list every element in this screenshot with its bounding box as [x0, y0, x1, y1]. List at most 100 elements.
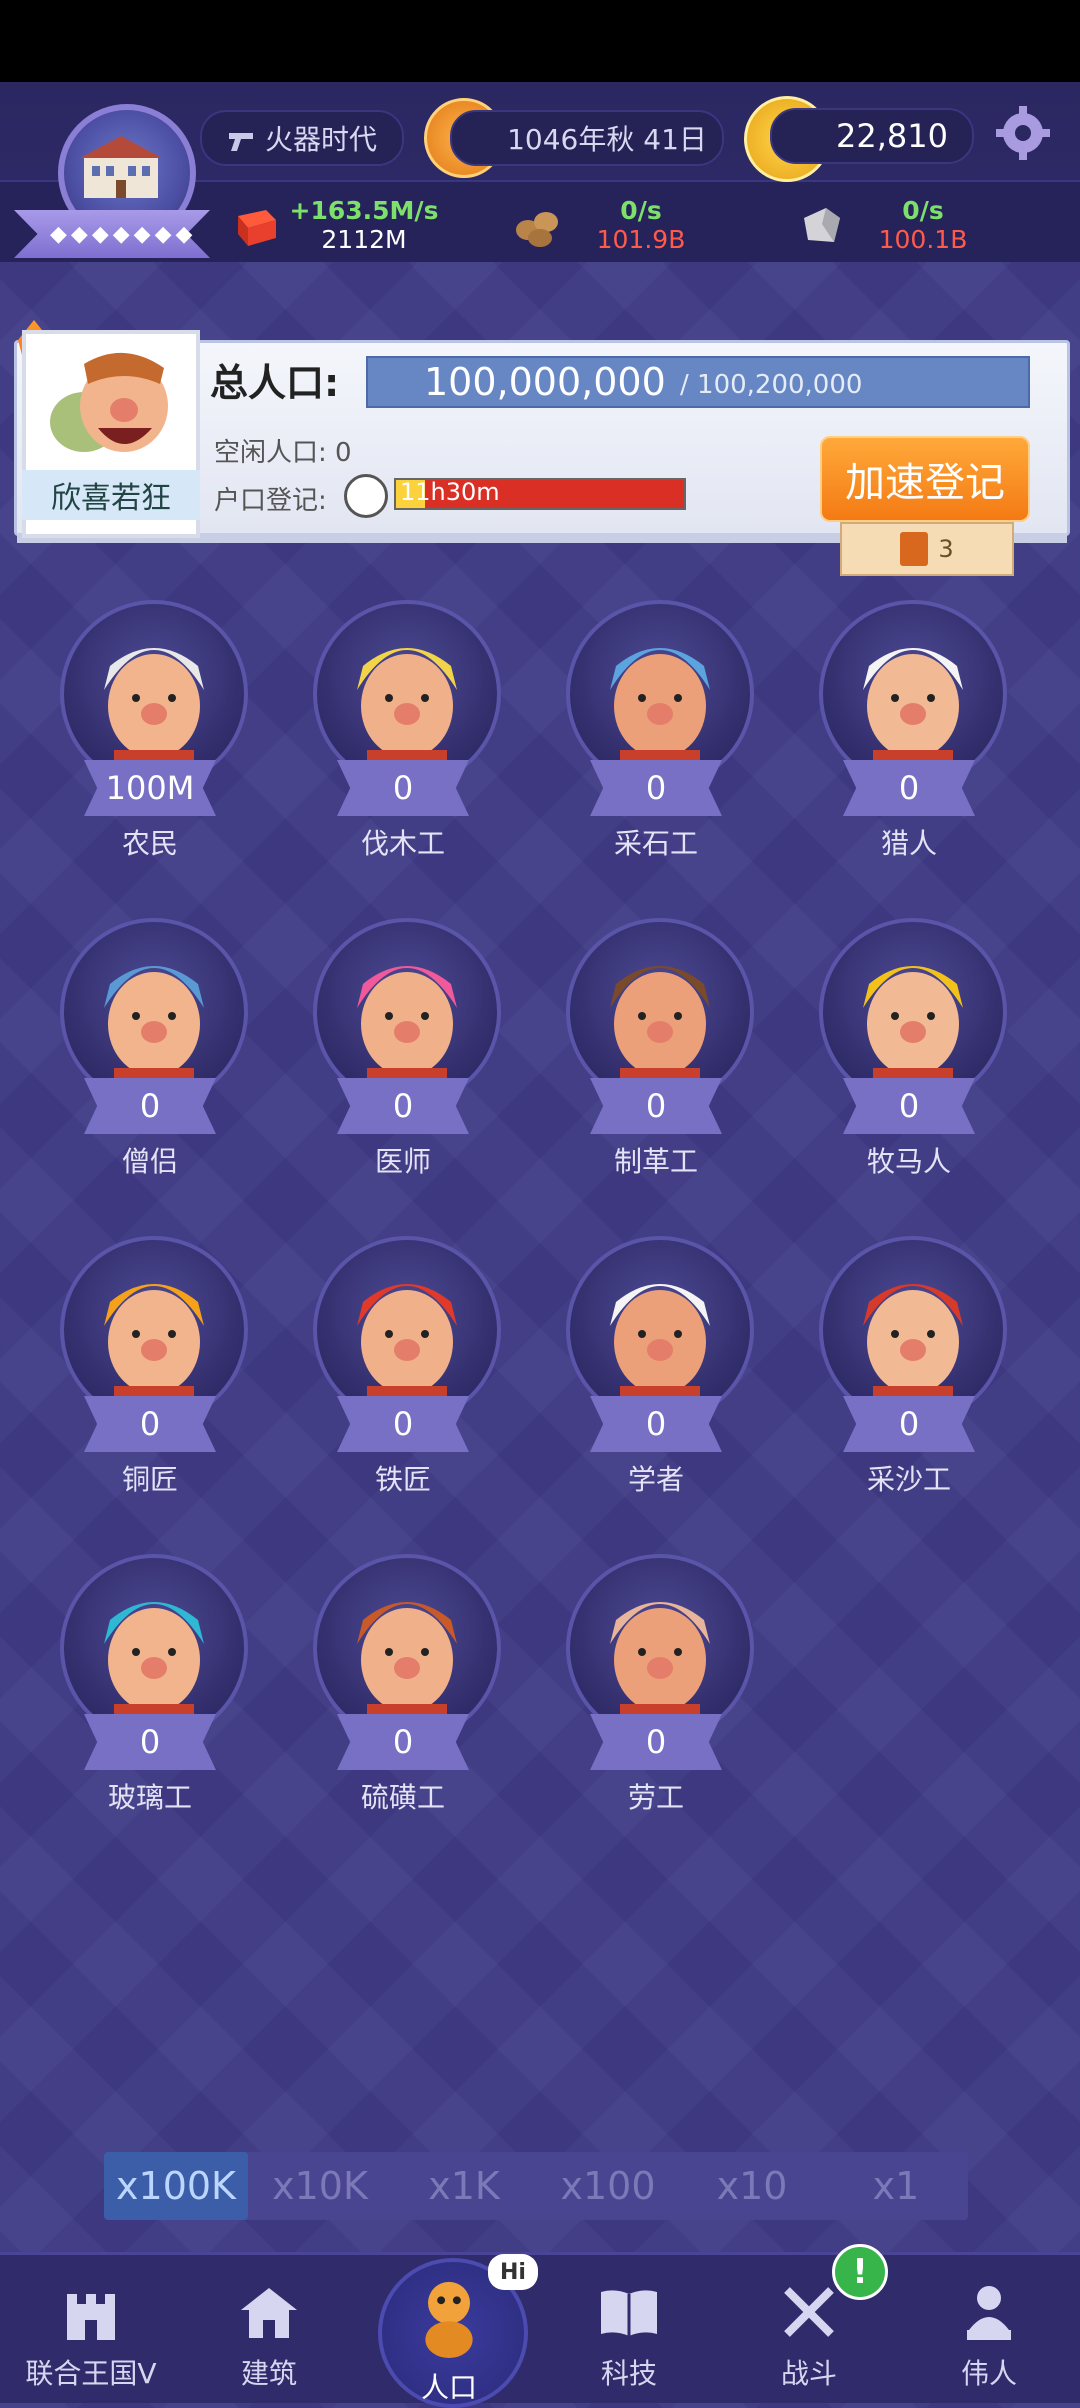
worker-avatar: [313, 600, 501, 788]
worker-avatar: [313, 1236, 501, 1424]
nav-item-book[interactable]: 科技: [554, 2280, 704, 2392]
gold-pill[interactable]: 22,810: [770, 108, 974, 164]
worker-name: 伐木工: [360, 827, 445, 860]
worker-card[interactable]: 100M 农民: [60, 600, 248, 880]
hi-badge: Hi: [488, 2254, 538, 2290]
bust-icon: [967, 2286, 1011, 2340]
nav-label: 伟人: [960, 2357, 1017, 2390]
worker-name: 劳工: [627, 1781, 684, 1814]
multiplier-option[interactable]: x100: [536, 2152, 680, 2220]
wood-amount: 101.9B: [596, 225, 686, 254]
worker-name: 铜匠: [121, 1463, 178, 1496]
population-current: 100,000,000: [424, 360, 666, 404]
worker-name: 僧侣: [121, 1145, 178, 1178]
worker-portrait-icon: [610, 1602, 710, 1734]
food-rate: +163.5M/s: [289, 196, 439, 225]
food-amount: 2112M: [321, 225, 407, 254]
worker-portrait-icon: [610, 1284, 710, 1416]
worker-portrait-icon: [610, 966, 710, 1098]
nav-item-bust[interactable]: 伟人: [914, 2280, 1064, 2392]
worker-card[interactable]: 0 铜匠: [60, 1236, 248, 1516]
worker-avatar: [819, 600, 1007, 788]
worker-avatar: [313, 918, 501, 1106]
nav-label: 建筑: [240, 2357, 297, 2390]
worker-card[interactable]: 0 学者: [566, 1236, 754, 1516]
swords-icon: [784, 2287, 834, 2337]
worker-name: 农民: [121, 827, 178, 860]
worker-count: 0: [590, 1396, 722, 1452]
stone-icon: [804, 208, 840, 242]
multiplier-option[interactable]: x1K: [392, 2152, 536, 2220]
worker-count: 0: [590, 1714, 722, 1770]
food-icon: [238, 210, 276, 246]
era-label: 火器时代: [264, 123, 377, 156]
worker-card[interactable]: 0 猎人: [819, 600, 1007, 880]
worker-count: 100M: [84, 760, 216, 816]
worker-name: 学者: [627, 1463, 684, 1496]
speed-up-registration-button[interactable]: 加速登记: [820, 436, 1030, 522]
nav-label: 科技: [600, 2357, 657, 2390]
worker-portrait-icon: [357, 966, 457, 1098]
multiplier-option[interactable]: x100K: [104, 2152, 248, 2220]
worker-card[interactable]: 0 制革工: [566, 918, 754, 1198]
worker-portrait-icon: [104, 1602, 204, 1734]
ticket-count: 3: [938, 535, 954, 563]
stone-resource: 0/s 100.1B: [848, 196, 998, 254]
stone-amount: 100.1B: [878, 225, 968, 254]
person-icon: [425, 2281, 473, 2358]
multiplier-option[interactable]: x10K: [248, 2152, 392, 2220]
worker-portrait-icon: [357, 1602, 457, 1734]
worker-card[interactable]: 0 采石工: [566, 600, 754, 880]
registration-label: 户口登记:: [214, 486, 327, 516]
worker-count: 0: [337, 1714, 469, 1770]
nav-label: 联合王国V: [25, 2357, 157, 2390]
nav-item-person[interactable]: 人口: [374, 2280, 524, 2406]
worker-portrait-icon: [104, 648, 204, 780]
mood-label: 欣喜若狂: [22, 470, 200, 520]
wood-icon: [516, 212, 558, 247]
worker-card[interactable]: 0 僧侣: [60, 918, 248, 1198]
worker-card[interactable]: 0 牧马人: [819, 918, 1007, 1198]
worker-avatar: [60, 1236, 248, 1424]
population-bar: 100,000,000 / 100,200,000: [366, 356, 1030, 408]
ticket-icon: [900, 532, 929, 566]
worker-avatar: [60, 600, 248, 788]
multiplier-option[interactable]: x1: [824, 2152, 968, 2220]
nav-item-house[interactable]: 建筑: [194, 2280, 344, 2392]
multiplier-option[interactable]: x10: [680, 2152, 824, 2220]
happy-citizen-icon: [50, 352, 168, 452]
worker-count: 0: [84, 1714, 216, 1770]
gold-amount: 22,810: [836, 117, 948, 155]
multiplier-selector: x100K x10K x1K x100 x10 x1: [104, 2152, 968, 2220]
worker-portrait-icon: [863, 966, 963, 1098]
worker-count: 0: [843, 1078, 975, 1134]
worker-card[interactable]: 0 医师: [313, 918, 501, 1198]
worker-card[interactable]: 0 伐木工: [313, 600, 501, 880]
registration-progress-bar: 11h30m: [394, 478, 686, 510]
era-pill[interactable]: 火器时代: [200, 110, 404, 166]
registration-time: 11h30m: [400, 478, 500, 506]
worker-card[interactable]: 0 采沙工: [819, 1236, 1007, 1516]
worker-portrait-icon: [104, 1284, 204, 1416]
emblem-stars: ◆◆◆◆◆◆◆: [50, 222, 197, 247]
date-label: 1046年秋 41日: [507, 123, 707, 156]
worker-portrait-icon: [357, 648, 457, 780]
worker-count: 0: [843, 1396, 975, 1452]
worker-name: 猎人: [880, 827, 937, 860]
wood-rate: 0/s: [620, 196, 662, 225]
worker-card[interactable]: 0 劳工: [566, 1554, 754, 1834]
worker-avatar: [566, 1236, 754, 1424]
speedup-ticket[interactable]: 3: [840, 522, 1014, 576]
status-bar: [0, 0, 1080, 82]
house-icon: [241, 2288, 297, 2338]
kingdom-emblem[interactable]: ◆◆◆◆◆◆◆: [14, 100, 214, 270]
worker-avatar: [566, 1554, 754, 1742]
worker-card[interactable]: 0 玻璃工: [60, 1554, 248, 1834]
worker-avatar: [566, 918, 754, 1106]
worker-card[interactable]: 0 硫磺工: [313, 1554, 501, 1834]
nav-item-castle[interactable]: 联合王国V: [16, 2280, 166, 2392]
worker-card[interactable]: 0 铁匠: [313, 1236, 501, 1516]
clock-icon: [344, 474, 388, 518]
worker-avatar: [60, 1554, 248, 1742]
gear-icon[interactable]: [994, 104, 1052, 162]
